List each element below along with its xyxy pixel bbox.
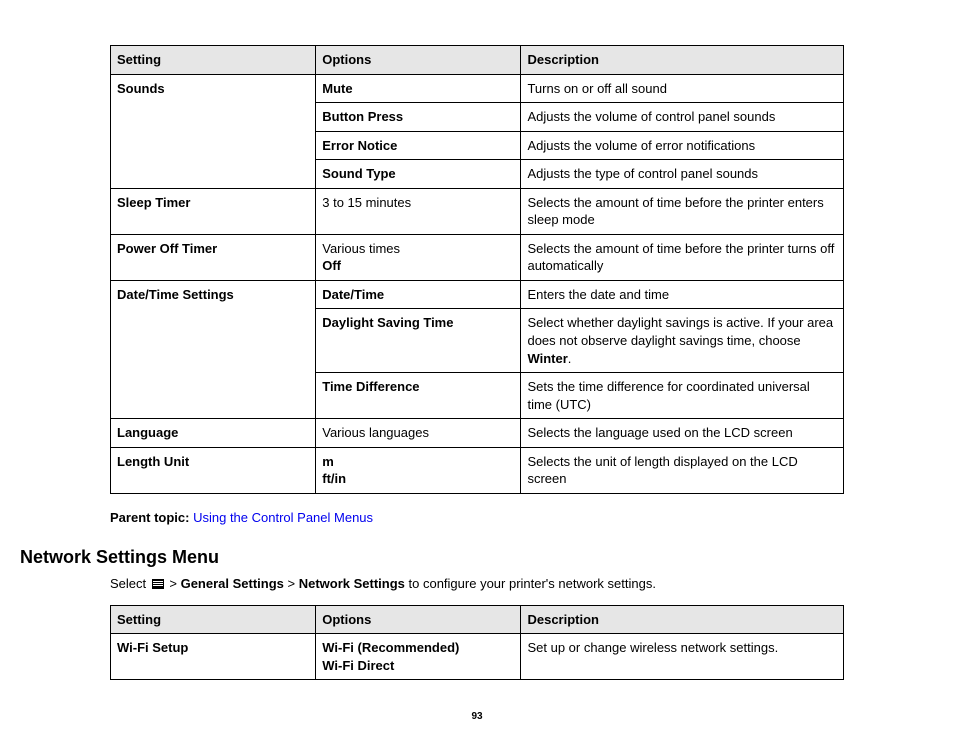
- setting-language: Language: [111, 419, 316, 448]
- desc-power: Selects the amount of time before the pr…: [521, 234, 844, 280]
- table-row: Date/Time Settings Date/Time Enters the …: [111, 280, 844, 309]
- setting-sounds: Sounds: [111, 74, 316, 188]
- col-setting: Setting: [111, 605, 316, 634]
- desc-button-press: Adjusts the volume of control panel soun…: [521, 103, 844, 132]
- intro-sep2: >: [284, 576, 299, 591]
- intro-text: Select > General Settings > Network Sett…: [110, 576, 844, 591]
- intro-ns: Network Settings: [299, 576, 405, 591]
- desc-dst-bold: Winter: [527, 351, 567, 366]
- desc-language: Selects the language used on the LCD scr…: [521, 419, 844, 448]
- settings-table: Setting Options Description Sounds Mute …: [110, 45, 844, 494]
- desc-mute: Turns on or off all sound: [521, 74, 844, 103]
- desc-time-diff: Sets the time difference for coordinated…: [521, 373, 844, 419]
- parent-topic: Parent topic: Using the Control Panel Me…: [110, 510, 844, 525]
- opt-wifi-recommended: Wi-Fi (Recommended): [322, 639, 514, 657]
- page-number: 93: [0, 711, 954, 722]
- setting-sleep-timer: Sleep Timer: [111, 188, 316, 234]
- table-row: Language Various languages Selects the l…: [111, 419, 844, 448]
- intro-sep1: >: [166, 576, 181, 591]
- option-mute: Mute: [316, 74, 521, 103]
- option-wifi: Wi-Fi (Recommended) Wi-Fi Direct: [316, 634, 521, 680]
- option-length: m ft/in: [316, 447, 521, 493]
- intro-gs: General Settings: [181, 576, 284, 591]
- table-row: Wi-Fi Setup Wi-Fi (Recommended) Wi-Fi Di…: [111, 634, 844, 680]
- section-heading: Network Settings Menu: [20, 547, 844, 568]
- desc-dst-pre: Select whether daylight savings is activ…: [527, 315, 833, 348]
- option-dst: Daylight Saving Time: [316, 309, 521, 373]
- intro-pre: Select: [110, 576, 150, 591]
- option-datetime: Date/Time: [316, 280, 521, 309]
- option-button-press: Button Press: [316, 103, 521, 132]
- setting-datetime: Date/Time Settings: [111, 280, 316, 418]
- opt-off: Off: [322, 257, 514, 275]
- setting-power-off: Power Off Timer: [111, 234, 316, 280]
- desc-wifi: Set up or change wireless network settin…: [521, 634, 844, 680]
- opt-m: m: [322, 453, 514, 471]
- desc-length: Selects the unit of length displayed on …: [521, 447, 844, 493]
- setting-length-unit: Length Unit: [111, 447, 316, 493]
- option-language: Various languages: [316, 419, 521, 448]
- option-sleep: 3 to 15 minutes: [316, 188, 521, 234]
- table-row: Length Unit m ft/in Selects the unit of …: [111, 447, 844, 493]
- desc-error-notice: Adjusts the volume of error notification…: [521, 131, 844, 160]
- desc-datetime: Enters the date and time: [521, 280, 844, 309]
- opt-wifi-direct: Wi-Fi Direct: [322, 657, 514, 675]
- desc-dst: Select whether daylight savings is activ…: [521, 309, 844, 373]
- desc-sleep: Selects the amount of time before the pr…: [521, 188, 844, 234]
- table-header-row: Setting Options Description: [111, 46, 844, 75]
- menu-icon: [152, 579, 164, 589]
- col-setting: Setting: [111, 46, 316, 75]
- network-settings-table: Setting Options Description Wi-Fi Setup …: [110, 605, 844, 681]
- table-row: Power Off Timer Various times Off Select…: [111, 234, 844, 280]
- col-description: Description: [521, 46, 844, 75]
- table-row: Sounds Mute Turns on or off all sound: [111, 74, 844, 103]
- intro-post: to configure your printer's network sett…: [405, 576, 656, 591]
- col-description: Description: [521, 605, 844, 634]
- col-options: Options: [316, 605, 521, 634]
- option-time-diff: Time Difference: [316, 373, 521, 419]
- option-power: Various times Off: [316, 234, 521, 280]
- col-options: Options: [316, 46, 521, 75]
- option-error-notice: Error Notice: [316, 131, 521, 160]
- opt-various-times: Various times: [322, 240, 514, 258]
- desc-sound-type: Adjusts the type of control panel sounds: [521, 160, 844, 189]
- table-header-row: Setting Options Description: [111, 605, 844, 634]
- parent-topic-label: Parent topic:: [110, 510, 189, 525]
- opt-ftin: ft/in: [322, 470, 514, 488]
- table-row: Sleep Timer 3 to 15 minutes Selects the …: [111, 188, 844, 234]
- desc-dst-post: .: [568, 351, 572, 366]
- parent-topic-link[interactable]: Using the Control Panel Menus: [193, 510, 373, 525]
- option-sound-type: Sound Type: [316, 160, 521, 189]
- setting-wifi-setup: Wi-Fi Setup: [111, 634, 316, 680]
